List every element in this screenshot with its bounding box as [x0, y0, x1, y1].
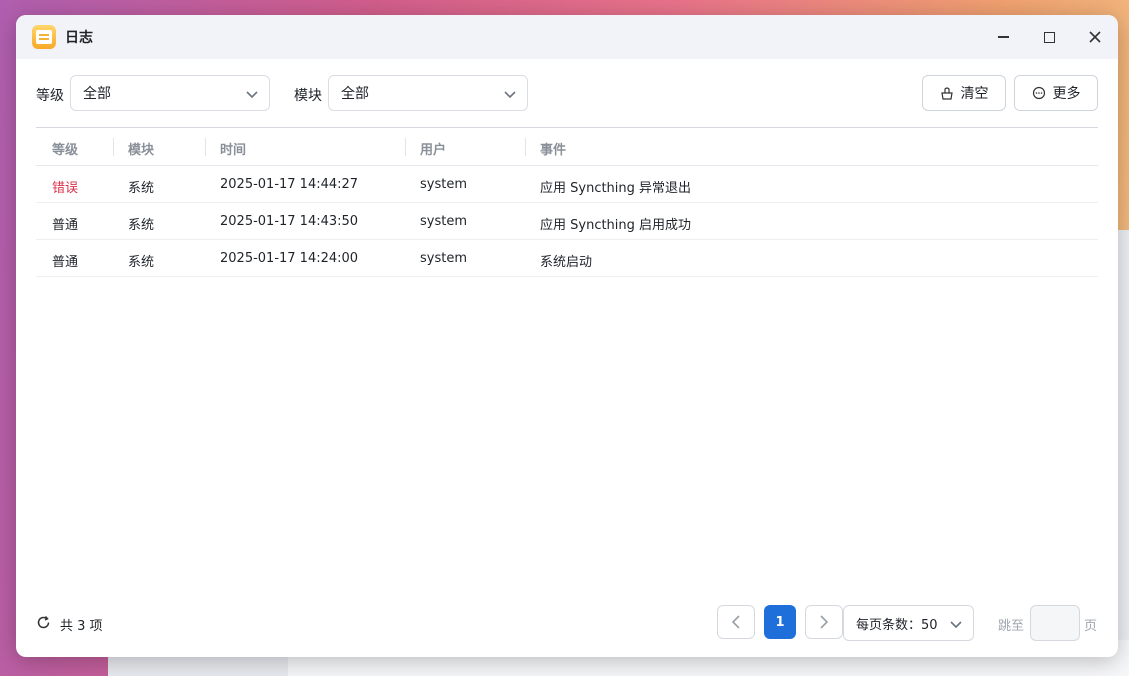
module-filter-select[interactable]: 全部 [328, 75, 528, 111]
module-filter-label: 模块 [294, 88, 322, 104]
log-app-icon [32, 25, 56, 49]
close-icon [1089, 31, 1101, 43]
clear-button-label: 清空 [960, 86, 989, 102]
minimize-icon [997, 36, 1009, 38]
clear-button[interactable]: 清空 [922, 75, 1006, 111]
close-button[interactable] [1083, 25, 1107, 49]
row-level: 普通 [52, 218, 79, 233]
header-module[interactable]: 模块 [128, 139, 154, 158]
log-window: 日志 等级 全部 模块 全部 清空 更多 等级 模块 时间 用户 事件 错误 系… [16, 15, 1118, 657]
level-filter-label: 等级 [36, 88, 64, 104]
chevron-left-icon [731, 615, 740, 629]
title-bar[interactable]: 日志 [16, 15, 1118, 59]
row-module: 系统 [128, 181, 155, 196]
table-row[interactable]: 错误 系统 2025-01-17 14:44:27 system 应用 Sync… [36, 166, 1098, 203]
chevron-right-icon [820, 615, 829, 629]
page-number-current[interactable]: 1 [764, 605, 796, 639]
column-separator[interactable] [525, 138, 526, 156]
row-user: system [420, 251, 467, 266]
row-event: 应用 Syncthing 启用成功 [540, 218, 692, 233]
table-header: 等级 模块 时间 用户 事件 [36, 128, 1098, 166]
jump-suffix-label: 页 [1084, 619, 1098, 634]
maximize-icon [1043, 31, 1055, 43]
level-filter-value: 全部 [83, 86, 111, 102]
total-count: 共 3 项 [60, 619, 103, 634]
next-page-button[interactable] [805, 605, 843, 639]
row-user: system [420, 214, 467, 229]
column-separator[interactable] [405, 138, 406, 156]
jump-prefix-label: 跳至 [998, 619, 1025, 634]
row-module: 系统 [128, 255, 155, 270]
page-size-select[interactable]: 每页条数：50 [843, 605, 974, 641]
more-button-label: 更多 [1052, 86, 1081, 102]
table-footer: 共 3 项 1 每页条数：50 跳至 页 [16, 605, 1118, 641]
table-row[interactable]: 普通 系统 2025-01-17 14:43:50 system 应用 Sync… [36, 203, 1098, 240]
minimize-button[interactable] [991, 25, 1015, 49]
filter-toolbar: 等级 全部 模块 全部 清空 更多 [16, 75, 1118, 111]
window-title: 日志 [65, 30, 93, 46]
chevron-down-icon [246, 91, 258, 99]
row-event: 系统启动 [540, 255, 593, 270]
row-module: 系统 [128, 218, 155, 233]
module-filter-value: 全部 [341, 86, 369, 102]
header-time[interactable]: 时间 [220, 139, 246, 158]
chevron-down-icon [504, 91, 516, 99]
page-size-value: 每页条数：50 [856, 617, 938, 633]
row-user: system [420, 177, 467, 192]
column-separator[interactable] [113, 138, 114, 156]
header-event[interactable]: 事件 [540, 139, 566, 158]
column-separator[interactable] [205, 138, 206, 156]
row-level: 错误 [52, 181, 79, 196]
refresh-icon[interactable] [36, 615, 51, 630]
jump-page-input[interactable] [1030, 605, 1080, 641]
row-time: 2025-01-17 14:44:27 [220, 177, 359, 192]
row-event: 应用 Syncthing 异常退出 [540, 181, 692, 196]
prev-page-button[interactable] [717, 605, 755, 639]
level-filter-select[interactable]: 全部 [70, 75, 270, 111]
more-icon [1032, 86, 1045, 100]
more-button[interactable]: 更多 [1014, 75, 1098, 111]
chevron-down-icon [950, 621, 962, 629]
header-level[interactable]: 等级 [52, 139, 78, 158]
log-table: 等级 模块 时间 用户 事件 错误 系统 2025-01-17 14:44:27… [36, 127, 1098, 277]
row-level: 普通 [52, 255, 79, 270]
row-time: 2025-01-17 14:24:00 [220, 251, 359, 266]
row-time: 2025-01-17 14:43:50 [220, 214, 359, 229]
header-user[interactable]: 用户 [420, 139, 446, 158]
maximize-button[interactable] [1037, 25, 1061, 49]
clear-icon [940, 87, 953, 100]
table-row[interactable]: 普通 系统 2025-01-17 14:24:00 system 系统启动 [36, 240, 1098, 277]
